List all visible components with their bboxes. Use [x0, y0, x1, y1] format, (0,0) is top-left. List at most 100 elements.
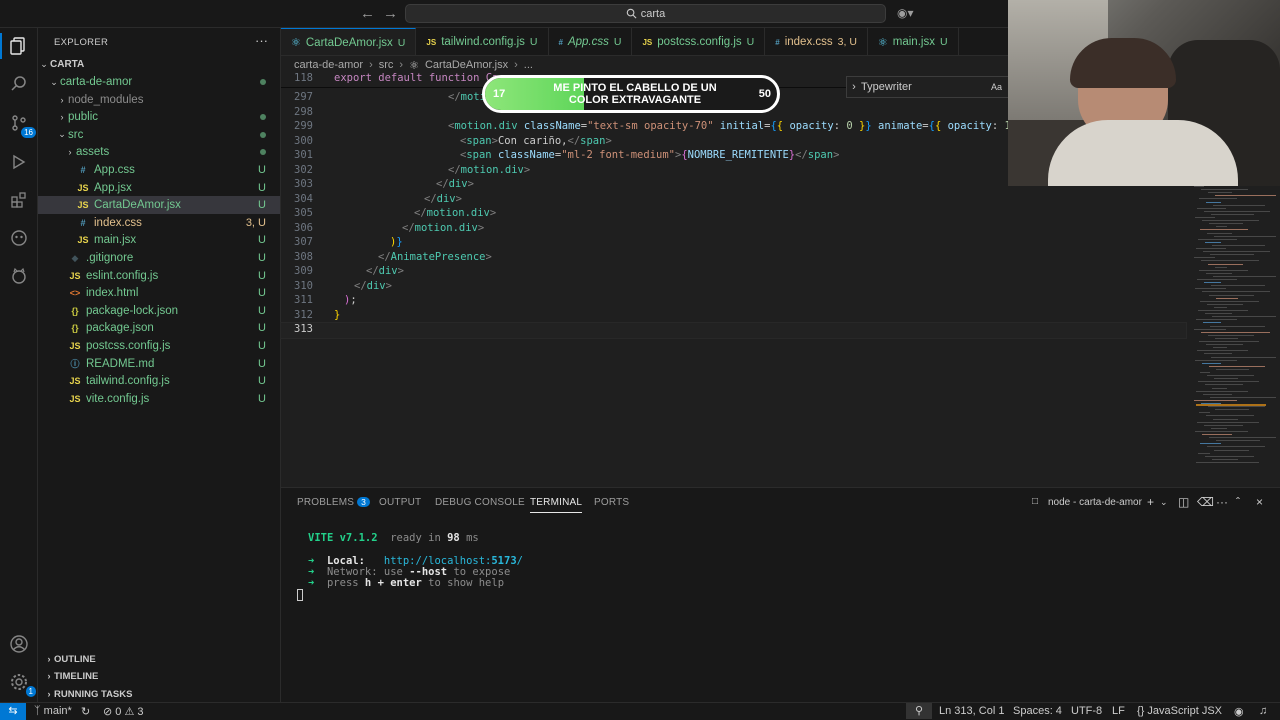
- terminal-cursor[interactable]: [297, 589, 303, 601]
- extensions-icon[interactable]: [8, 189, 30, 211]
- copilot-chat-icon[interactable]: [8, 227, 30, 249]
- indentation[interactable]: Spaces: 4: [1013, 705, 1062, 717]
- command-center-search[interactable]: carta: [405, 4, 886, 23]
- editor-tab[interactable]: # index.css 3, U: [765, 28, 868, 55]
- line-number: 303: [294, 178, 313, 190]
- end-of-line[interactable]: LF: [1112, 705, 1125, 717]
- active-view-indicator: [0, 33, 2, 59]
- editor-tab[interactable]: JS postcss.config.js U: [632, 28, 766, 55]
- editor-tab[interactable]: ⚛ main.jsx U: [868, 28, 959, 55]
- braces-icon: {}: [1137, 705, 1145, 717]
- problems-status[interactable]: ⊘ 0 ⚠ 3: [103, 705, 144, 718]
- outline-section[interactable]: › OUTLINE: [38, 650, 280, 668]
- run-debug-icon[interactable]: [8, 151, 30, 173]
- account-icon[interactable]: [8, 633, 30, 655]
- zoom-icon[interactable]: ⚲: [906, 703, 932, 719]
- progress-overlay: 17 ME PINTO EL CABELLO DE UN COLOR EXTRA…: [482, 75, 780, 113]
- css-file-icon: #: [80, 217, 86, 228]
- git-status: 3, U: [245, 216, 266, 229]
- status-bar: ⇆ ᛉ main* ↻ ⊘ 0 ⚠ 3 ⚲ Ln 313, Col 1 Spac…: [0, 702, 1280, 720]
- split-terminal-icon[interactable]: ◫: [1178, 495, 1189, 509]
- folder-src[interactable]: ⌄ src: [38, 126, 280, 144]
- minimap[interactable]: [1188, 186, 1280, 486]
- git-status: U: [258, 181, 266, 194]
- match-case-button[interactable]: Aa: [991, 82, 1002, 92]
- editor-tab[interactable]: # App.css U: [549, 28, 633, 55]
- find-input[interactable]: Typewriter: [861, 81, 991, 93]
- remote-indicator-icon[interactable]: ⇆: [0, 703, 26, 720]
- js-file-icon: JS: [69, 376, 81, 387]
- tab-debug-console[interactable]: DEBUG CONSOLE: [435, 497, 525, 508]
- breadcrumb-src[interactable]: src: [379, 59, 394, 71]
- file-readme[interactable]: ⓘ README.md U: [38, 355, 280, 373]
- file-package-json[interactable]: {} package.json U: [38, 319, 280, 337]
- tab-output[interactable]: OUTPUT: [379, 497, 421, 508]
- live-share-icon[interactable]: [8, 265, 30, 287]
- branch-status[interactable]: ᛉ main*: [34, 705, 72, 717]
- file-gitignore[interactable]: ◆ .gitignore U: [38, 249, 280, 267]
- folder-assets[interactable]: › assets: [38, 143, 280, 161]
- running-tasks-section[interactable]: › RUNNING TASKS: [38, 685, 280, 703]
- toggle-replace-icon[interactable]: ›: [847, 81, 861, 93]
- file-eslint-config[interactable]: JS eslint.config.js U: [38, 267, 280, 285]
- back-arrow-icon[interactable]: ←: [360, 5, 375, 22]
- tab-ports[interactable]: PORTS: [594, 497, 629, 508]
- js-file-icon: JS: [69, 341, 81, 351]
- cursor-position[interactable]: Ln 313, Col 1: [939, 705, 1004, 717]
- file-vite-config[interactable]: JS vite.config.js U: [38, 390, 280, 408]
- webcam-shirt: [1048, 120, 1238, 186]
- info-file-icon: ⓘ: [70, 359, 80, 370]
- bottom-panel: PROBLEMS 3 OUTPUT DEBUG CONSOLE TERMINAL …: [281, 487, 1280, 702]
- workspace-root[interactable]: ⌄ CARTA: [38, 55, 280, 73]
- search-icon[interactable]: [8, 73, 30, 95]
- more-actions-icon[interactable]: ···: [1216, 495, 1228, 509]
- line-number: 310: [294, 279, 313, 292]
- explorer-icon[interactable]: [8, 35, 30, 57]
- js-file-icon: JS: [426, 37, 437, 47]
- terminal-name[interactable]: node - carta-de-amor: [1048, 497, 1142, 508]
- close-panel-icon[interactable]: ×: [1256, 495, 1263, 509]
- language-mode[interactable]: {} JavaScript JSX: [1137, 705, 1222, 717]
- file-main-jsx[interactable]: JS main.jsx U: [38, 231, 280, 249]
- notifications-icon[interactable]: ♫: [1259, 705, 1267, 717]
- breadcrumb-file[interactable]: CartaDeAmor.jsx: [425, 59, 508, 71]
- file-postcss-config[interactable]: JS postcss.config.js U: [38, 337, 280, 355]
- kill-terminal-icon[interactable]: ⌫: [1197, 495, 1214, 509]
- tree-item-label: src: [68, 128, 84, 141]
- tree-item-label: vite.config.js: [86, 392, 150, 405]
- timeline-section[interactable]: › TIMELINE: [38, 667, 280, 685]
- git-status: U: [258, 269, 266, 282]
- folder-node-modules[interactable]: › node_modules: [38, 91, 280, 109]
- html-file-icon: <>: [69, 288, 81, 299]
- git-status: U: [258, 252, 266, 264]
- tab-problems[interactable]: PROBLEMS 3: [297, 497, 371, 508]
- breadcrumb-symbol[interactable]: ...: [524, 59, 533, 71]
- git-status: U: [258, 322, 266, 335]
- more-actions-icon[interactable]: ···: [255, 33, 268, 48]
- line-number: 300: [294, 134, 313, 147]
- editor-tab[interactable]: ⚛ CartaDeAmor.jsx U: [281, 28, 417, 55]
- source-control-icon[interactable]: 16: [8, 112, 36, 138]
- file-package-lock[interactable]: {} package-lock.json U: [38, 302, 280, 320]
- terminal-dropdown-icon[interactable]: ⌄: [1160, 497, 1168, 508]
- file-carta-de-amor-jsx[interactable]: JS CartaDeAmor.jsx U: [38, 196, 280, 215]
- file-tailwind-config[interactable]: JS tailwind.config.js U: [38, 372, 280, 390]
- manage-gear-icon[interactable]: 1: [8, 671, 36, 697]
- file-index-html[interactable]: <> index.html U: [38, 284, 280, 302]
- maximize-panel-icon[interactable]: ˆ: [1236, 495, 1240, 509]
- folder-carta-de-amor[interactable]: ⌄ carta-de-amor: [38, 73, 280, 91]
- copilot-status-icon[interactable]: ◉: [1234, 705, 1244, 718]
- forward-arrow-icon[interactable]: →: [383, 5, 398, 22]
- copilot-icon[interactable]: ◉▾: [897, 6, 914, 20]
- editor-tab[interactable]: JS tailwind.config.js U: [416, 28, 549, 55]
- folder-public[interactable]: › public: [38, 108, 280, 126]
- sync-icon[interactable]: ↻: [81, 705, 90, 718]
- file-app-jsx[interactable]: JS App.jsx U: [38, 179, 280, 197]
- activity-bar: 16 1: [0, 28, 38, 702]
- file-app-css[interactable]: # App.css U: [38, 161, 280, 179]
- breadcrumb-folder[interactable]: carta-de-amor: [294, 59, 363, 71]
- tab-terminal[interactable]: TERMINAL: [530, 497, 583, 513]
- file-index-css[interactable]: # index.css 3, U: [38, 214, 280, 232]
- new-terminal-icon[interactable]: +: [1147, 495, 1154, 509]
- encoding[interactable]: UTF-8: [1071, 705, 1102, 717]
